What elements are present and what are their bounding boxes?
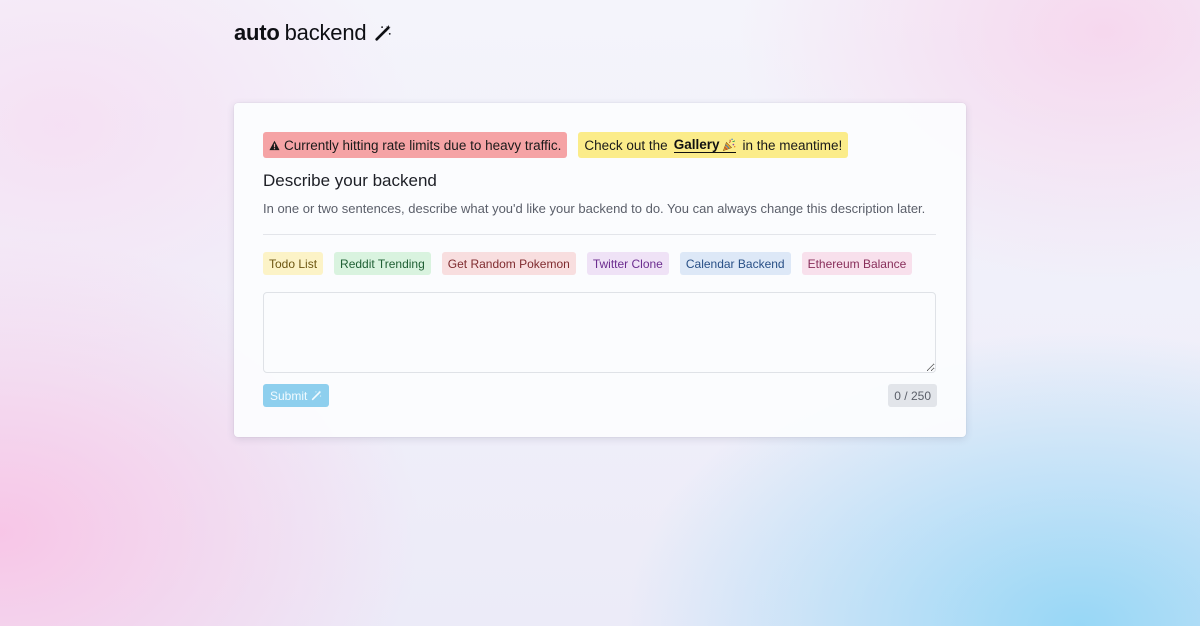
- magic-wand-icon: [375, 24, 392, 41]
- suggestion-chip-twitter-clone[interactable]: Twitter Clone: [586, 252, 669, 275]
- rate-limit-alert: Currently hitting rate limits due to hea…: [263, 132, 568, 158]
- gallery-alert-suffix: in the meantime!: [742, 137, 843, 153]
- gallery-link[interactable]: Gallery: [673, 137, 737, 153]
- suggestion-chips: Todo List Reddit Trending Get Random Pok…: [263, 252, 913, 275]
- logo-text-bold: auto: [234, 20, 280, 45]
- warning-icon: [269, 140, 280, 150]
- suggestion-chip-ethereum-balance[interactable]: Ethereum Balance: [801, 252, 913, 275]
- magic-wand-icon: [312, 390, 322, 401]
- character-counter: 0 / 250: [888, 384, 937, 407]
- divider: [263, 234, 936, 235]
- gallery-link-label: Gallery: [673, 137, 720, 152]
- suggestion-chip-reddit-trending[interactable]: Reddit Trending: [334, 252, 431, 275]
- submit-button[interactable]: Submit: [263, 384, 330, 407]
- rate-limit-alert-text: Currently hitting rate limits due to hea…: [284, 137, 562, 153]
- logo-text-regular: backend: [284, 20, 367, 45]
- suggestion-chip-get-random-pokemon[interactable]: Get Random Pokemon: [441, 252, 576, 275]
- submit-button-label: Submit: [270, 388, 308, 403]
- alerts-row: Currently hitting rate limits due to hea…: [263, 132, 849, 158]
- gallery-alert-prefix: Check out the: [584, 137, 668, 153]
- form-description: In one or two sentences, describe what y…: [263, 201, 926, 216]
- logo[interactable]: auto backend: [234, 20, 392, 46]
- gallery-alert: Check out the Gallery in the meantime!: [578, 132, 849, 158]
- backend-description-input[interactable]: [263, 292, 936, 373]
- suggestion-chip-calendar-backend[interactable]: Calendar Backend: [679, 252, 791, 275]
- backend-form-card: Currently hitting rate limits due to hea…: [234, 103, 966, 437]
- party-popper-icon: [723, 138, 736, 151]
- form-title: Describe your backend: [263, 171, 437, 190]
- suggestion-chip-todo-list[interactable]: Todo List: [263, 252, 324, 275]
